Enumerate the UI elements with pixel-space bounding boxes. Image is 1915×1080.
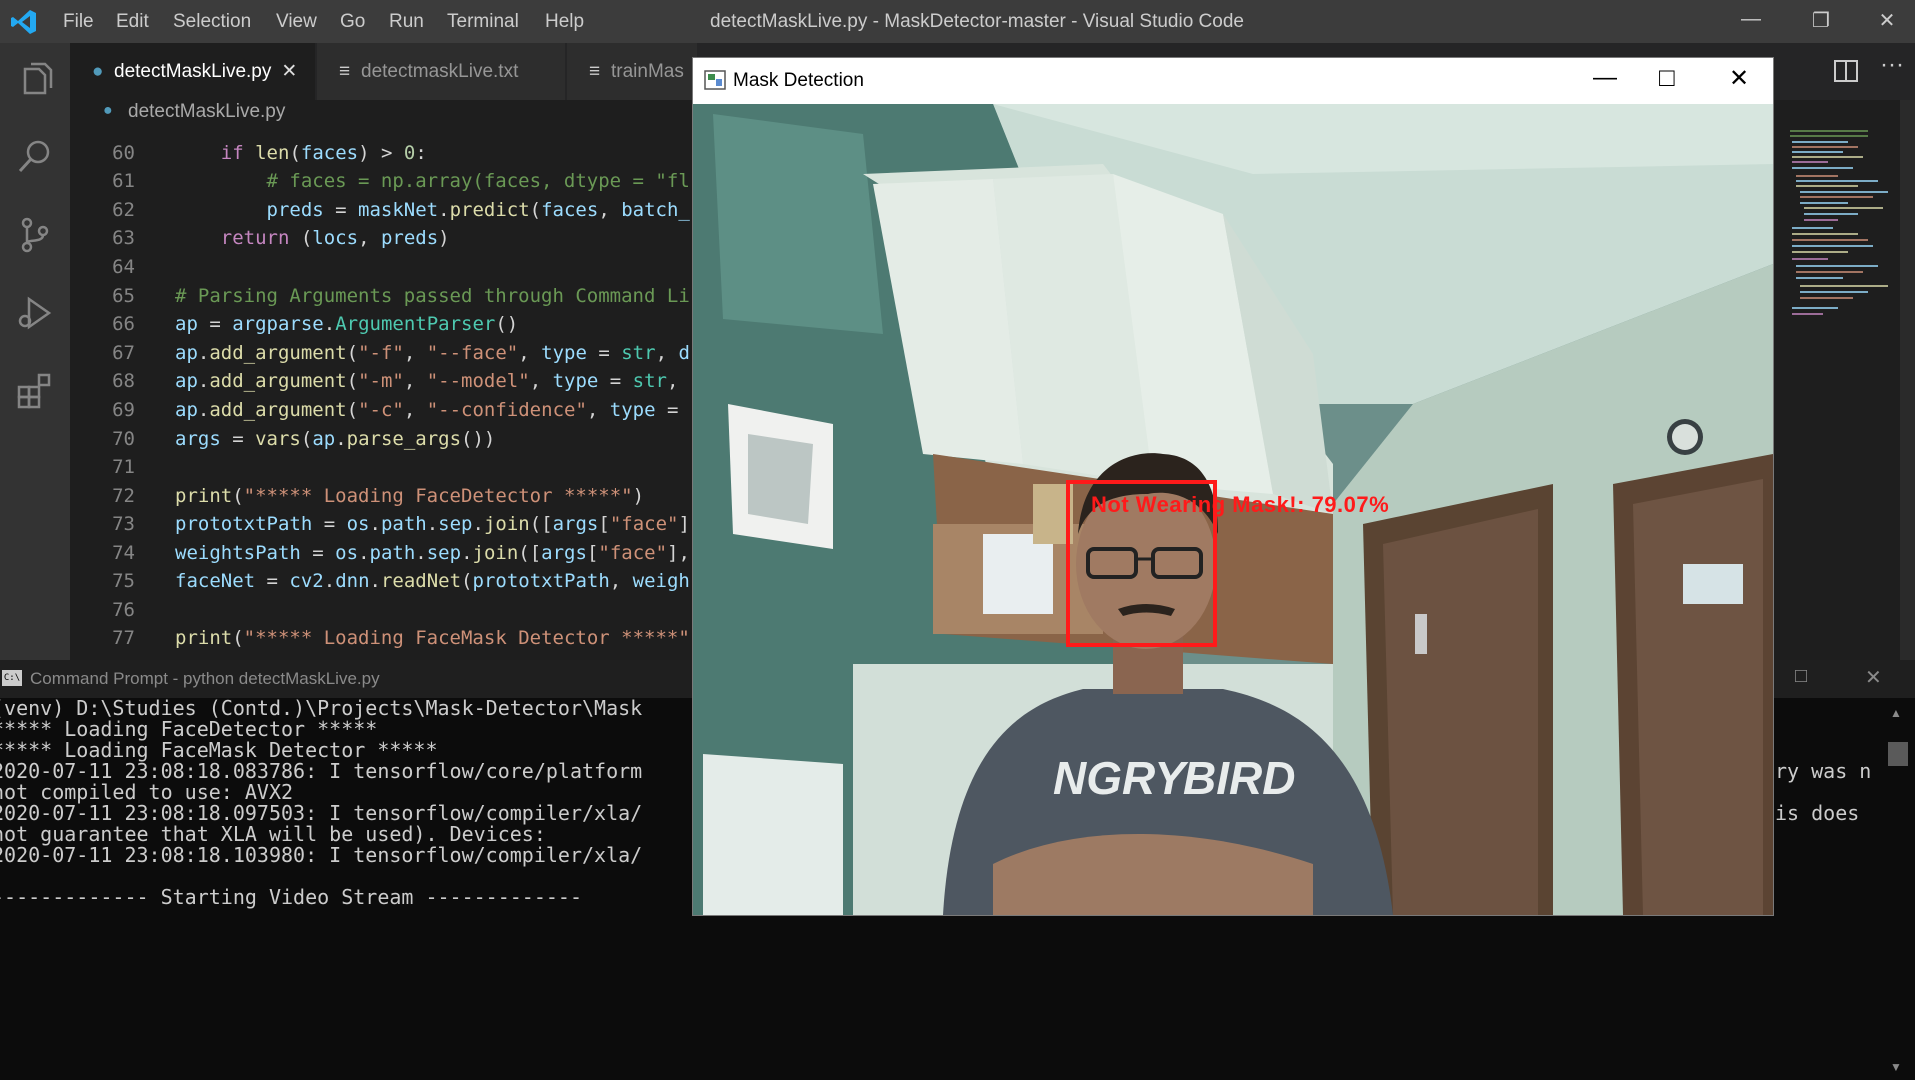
code-line: 72 print("***** Loading FaceDetector ****… <box>112 485 645 507</box>
text-file-icon: ≡ <box>339 61 351 82</box>
code-line: 65 # Parsing Arguments passed through Com… <box>112 285 690 307</box>
minimize-icon[interactable]: — <box>1736 8 1766 34</box>
maximize-icon[interactable]: ❐ <box>1806 8 1836 34</box>
minimize-icon[interactable]: — <box>1593 64 1617 92</box>
editor-right-area <box>1772 100 1915 660</box>
code-line: 63 return (locs, preds) <box>112 227 450 249</box>
close-icon[interactable]: ✕ <box>1872 8 1902 34</box>
code-line: 62 preds = maskNet.predict(faces, batch_ <box>112 199 690 221</box>
close-icon[interactable]: ✕ <box>1865 665 1882 690</box>
cmd-line: not compiled to use: AVX2 <box>0 780 294 804</box>
code-line: 70 args = vars(ap.parse_args()) <box>112 428 496 450</box>
tab-detectmasklive-py[interactable]: ● detectMaskLive.py ✕ <box>70 43 315 100</box>
cmd-title: Command Prompt - python detectMaskLive.p… <box>30 669 380 688</box>
cmd-line: 2020-07-11 23:08:18.103980: I tensorflow… <box>0 843 643 867</box>
code-line: 67 ap.add_argument("-f", "--face", type =… <box>112 342 690 364</box>
activity-bar <box>0 43 70 663</box>
cmd-scroll-thumb[interactable] <box>1888 742 1908 766</box>
cmd-line: ***** Loading FaceDetector ***** <box>0 717 378 741</box>
svg-text:BIRD: BIRD <box>1183 752 1295 804</box>
menu-run[interactable]: Run <box>389 11 424 33</box>
code-line: 73 prototxtPath = os.path.sep.join([args[… <box>112 513 690 535</box>
menu-selection[interactable]: Selection <box>173 11 251 33</box>
code-line: 64 <box>112 256 135 278</box>
cmd-line: (venv) D:\Studies (Contd.)\Projects\Mask… <box>0 698 643 720</box>
mask-detection-window[interactable]: Mask Detection — □ ✕ NGRY BIRD Not Weari… <box>692 57 1774 916</box>
code-line: 61 # faces = np.array(faces, dtype = "fl <box>112 170 690 192</box>
menu-view[interactable]: View <box>276 11 317 33</box>
run-debug-icon[interactable] <box>15 293 55 333</box>
code-line: 77 print("***** Loading FaceMask Detector… <box>112 627 690 649</box>
explorer-icon[interactable] <box>15 59 55 99</box>
code-line: 75 faceNet = cv2.dnn.readNet(prototxtPath… <box>112 570 690 592</box>
menu-file[interactable]: File <box>63 11 94 33</box>
python-file-icon: ● <box>92 61 104 82</box>
cmd-icon: C:\ <box>2 670 22 686</box>
cmd-line: not guarantee that XLA will be used). De… <box>0 822 546 846</box>
detection-label: Not Wearing Mask!: 79.07% <box>1091 492 1390 517</box>
code-line: 60 if len(faces) > 0: <box>112 142 427 164</box>
editor-scrollbar[interactable] <box>1900 100 1915 660</box>
python-file-icon: ● <box>103 102 113 119</box>
breadcrumb: ● detectMaskLive.py <box>70 100 690 130</box>
code-line: 68 ap.add_argument("-m", "--model", type … <box>112 370 690 392</box>
maximize-icon[interactable]: □ <box>1659 62 1675 93</box>
minimap[interactable] <box>1788 128 1900 378</box>
code-line: 76 <box>112 599 135 621</box>
extensions-icon[interactable] <box>15 371 55 411</box>
cmd-line: 2020-07-11 23:08:18.097503: I tensorflow… <box>0 801 643 825</box>
code-editor[interactable]: 60 if len(faces) > 0: 61 # faces = np.ar… <box>70 130 690 655</box>
text-file-icon: ≡ <box>589 61 601 82</box>
cmd-line-fragment: is does <box>1775 801 1860 825</box>
scroll-up-icon[interactable]: ▲ <box>1890 706 1902 720</box>
cmd-line: 2020-07-11 23:08:18.083786: I tensorflow… <box>0 759 643 783</box>
breadcrumb-file[interactable]: detectMaskLive.py <box>128 101 285 123</box>
code-line: 71 <box>112 456 135 478</box>
menu-edit[interactable]: Edit <box>116 11 149 33</box>
menu-help[interactable]: Help <box>545 11 584 33</box>
code-line: 66 ap = argparse.ArgumentParser() <box>112 313 519 335</box>
menu-terminal[interactable]: Terminal <box>447 11 519 33</box>
close-icon[interactable]: ✕ <box>1729 64 1749 93</box>
menu-go[interactable]: Go <box>340 11 365 33</box>
cmd-line: ------------- Starting Video Stream ----… <box>0 885 583 909</box>
scroll-down-icon[interactable]: ▼ <box>1890 1060 1902 1074</box>
tab-close-icon[interactable]: ✕ <box>281 61 297 82</box>
source-control-icon[interactable] <box>15 215 55 255</box>
more-actions-icon[interactable]: ··· <box>1880 51 1904 79</box>
opencv-window-icon <box>704 70 726 90</box>
mask-window-titlebar[interactable]: Mask Detection — □ ✕ <box>693 58 1773 104</box>
tab-trainmask[interactable]: ≡ trainMas <box>567 43 697 100</box>
cmd-line-fragment: ry was n <box>1775 759 1872 783</box>
search-icon[interactable] <box>15 137 55 177</box>
code-line: 74 weightsPath = os.path.sep.join([args["… <box>112 542 690 564</box>
svg-text:NGRY: NGRY <box>1053 752 1189 804</box>
tab-detectmasklive-txt[interactable]: ≡ detectmaskLive.txt <box>317 43 565 100</box>
cmd-line: ***** Loading FaceMask Detector ***** <box>0 738 438 762</box>
mask-window-title: Mask Detection <box>733 70 864 91</box>
split-editor-icon[interactable] <box>1832 57 1860 85</box>
window-title: detectMaskLive.py - MaskDetector-master … <box>710 11 1244 32</box>
cmd-scrollbar[interactable]: ▲ ▼ <box>1880 698 1915 1080</box>
vscode-logo-icon <box>11 10 36 34</box>
vscode-titlebar: File Edit Selection View Go Run Terminal… <box>0 0 1915 43</box>
maximize-icon[interactable]: □ <box>1795 665 1807 688</box>
webcam-feed: NGRY BIRD Not Wearing Mask!: 79.07% <box>693 104 1773 915</box>
code-line: 69 ap.add_argument("-c", "--confidence", … <box>112 399 690 421</box>
